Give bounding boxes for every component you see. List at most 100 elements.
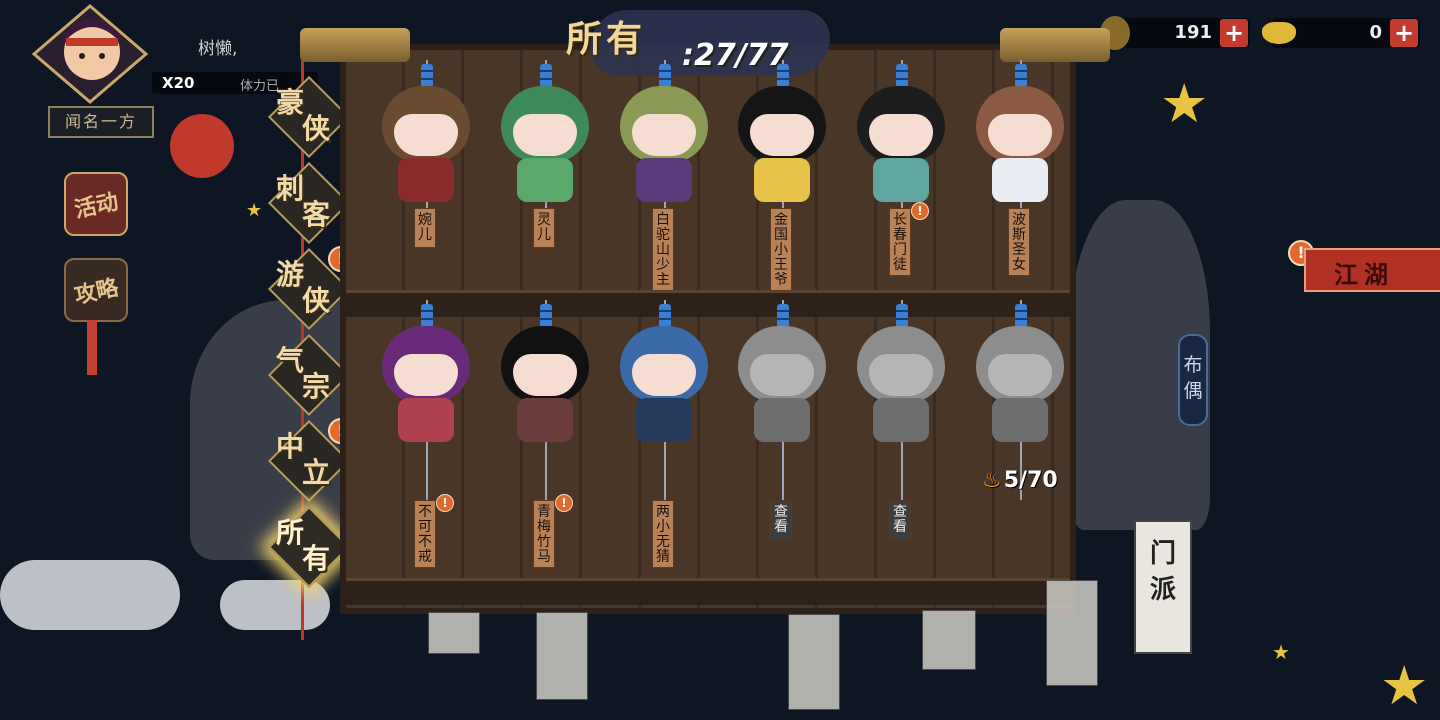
doll-body xyxy=(517,398,573,442)
activity-button[interactable]: 活动 xyxy=(64,172,128,236)
doll-figure xyxy=(851,86,951,206)
doll-body xyxy=(992,398,1048,442)
doll-slot[interactable]: 不可不戒! xyxy=(368,290,486,568)
doll-slot[interactable]: 青梅竹马! xyxy=(487,290,605,568)
tab-label-char: 侠 xyxy=(302,112,331,145)
doll-face xyxy=(988,354,1052,396)
doll-name: 波斯圣女 xyxy=(1012,212,1026,273)
bead-decoration xyxy=(1015,304,1027,328)
background-cloud xyxy=(0,560,180,630)
jianghu-button[interactable]: 江湖 xyxy=(1304,248,1440,292)
doll-slot[interactable]: 白驼山少主 xyxy=(606,0,724,291)
tab-label-char: 刺 xyxy=(276,172,305,205)
doll-slot[interactable]: 长春门徒! xyxy=(843,0,961,276)
add-gold-button[interactable]: + xyxy=(1390,19,1418,47)
bead-decoration xyxy=(1015,64,1027,88)
doll-slot[interactable]: 婉儿 xyxy=(368,0,486,248)
tab-label-char: 有 xyxy=(302,542,331,575)
player-avatar[interactable] xyxy=(30,4,150,104)
doll-slot[interactable]: 金国小王爷 xyxy=(724,0,842,291)
tab-label-char: 宗 xyxy=(302,370,331,403)
player-title-badge: 闻名一方 xyxy=(48,106,154,138)
category-tab[interactable]: 刺客 xyxy=(267,161,351,245)
doll-name: 灵儿 xyxy=(537,212,551,243)
doll-name: 金国小王爷 xyxy=(774,212,788,288)
hanging-sign xyxy=(1046,580,1098,686)
bead-decoration xyxy=(421,304,433,328)
unlock-progress: ♨5/70 xyxy=(982,468,1058,493)
doll-name: 查看 xyxy=(893,504,907,535)
bead-decoration xyxy=(777,304,789,328)
avatar-portrait-icon xyxy=(31,4,149,104)
hanging-sign xyxy=(428,612,480,654)
bead-decoration xyxy=(540,64,552,88)
doll-face xyxy=(869,354,933,396)
star-icon: ★ xyxy=(1160,72,1209,135)
player-name: 树懒, xyxy=(198,39,238,59)
tab-label: 所有 xyxy=(276,519,340,575)
bead-decoration xyxy=(896,64,908,88)
doll-body xyxy=(636,398,692,442)
doll-face xyxy=(632,354,696,396)
doll-body xyxy=(873,398,929,442)
doll-name: 长春门徒 xyxy=(893,212,907,273)
bead-decoration xyxy=(540,304,552,328)
category-tab[interactable]: 游侠! xyxy=(267,246,354,331)
doll-menu-button[interactable]: 布偶 xyxy=(1178,334,1208,426)
bead-decoration xyxy=(896,304,908,328)
sect-button[interactable]: 门派 xyxy=(1134,520,1192,654)
guide-button[interactable]: 攻略 xyxy=(64,258,128,322)
tab-label-char: 气 xyxy=(276,344,305,377)
doll-name-tag: 灵儿 xyxy=(533,208,555,248)
jianghu-label: 江湖 xyxy=(1334,261,1394,289)
alert-icon: ! xyxy=(436,494,454,512)
doll-face xyxy=(988,114,1052,156)
doll-face xyxy=(513,114,577,156)
doll-slot[interactable]: 灵儿 xyxy=(487,0,605,248)
add-copper-button[interactable]: + xyxy=(1220,19,1248,47)
shelf-board-bottom xyxy=(346,578,1070,605)
category-tab[interactable]: 中立! xyxy=(267,418,354,503)
doll-face xyxy=(869,114,933,156)
currency-gold: 0 + xyxy=(1262,18,1420,48)
doll-slot[interactable]: 查看 xyxy=(724,290,842,540)
star-icon: ★ xyxy=(1380,654,1429,717)
category-tab[interactable]: 所有 xyxy=(267,505,351,589)
doll-name-tag: 不可不戒 xyxy=(414,500,436,568)
tab-label-char: 客 xyxy=(302,198,331,231)
doll-slot[interactable]: 波斯圣女 xyxy=(962,0,1080,276)
doll-figure xyxy=(970,326,1070,446)
doll-slot[interactable]: 查看 xyxy=(843,290,961,540)
doll-name-tag: 长春门徒 xyxy=(889,208,911,276)
doll-name: 不可不戒 xyxy=(418,504,432,565)
tab-label-char: 豪 xyxy=(276,86,305,119)
bead-decoration xyxy=(659,304,671,328)
doll-name-tag: 波斯圣女 xyxy=(1008,208,1030,276)
doll-figure xyxy=(851,326,951,446)
flame-icon: ♨ xyxy=(982,468,1002,493)
alert-icon: ! xyxy=(555,494,573,512)
doll-name-tag: 白驼山少主 xyxy=(652,208,674,291)
star-icon: ★ xyxy=(1272,640,1290,664)
tab-label-char: 中 xyxy=(276,430,305,463)
lucky-cat-icon[interactable] xyxy=(170,114,234,178)
doll-name: 查看 xyxy=(774,504,788,535)
doll-name: 两小无猜 xyxy=(656,504,670,565)
doll-body xyxy=(398,158,454,202)
doll-slot[interactable]: 两小无猜 xyxy=(606,290,724,568)
currency-copper: 191 + xyxy=(1100,16,1250,50)
doll-face xyxy=(632,114,696,156)
player-title: 闻名一方 xyxy=(64,112,137,131)
currency-gold-value: 0 xyxy=(1369,22,1382,43)
doll-body xyxy=(398,398,454,442)
category-tab[interactable]: 气宗 xyxy=(267,333,351,417)
tab-label: 游侠 xyxy=(276,261,340,315)
doll-face xyxy=(750,354,814,396)
tab-label: 气宗 xyxy=(276,347,340,403)
doll-name-tag: 婉儿 xyxy=(414,208,436,248)
doll-figure xyxy=(614,86,714,206)
doll-slot[interactable] xyxy=(962,290,1080,530)
category-tab[interactable]: 豪侠 xyxy=(267,75,351,159)
doll-figure xyxy=(495,86,595,206)
doll-body xyxy=(754,158,810,202)
